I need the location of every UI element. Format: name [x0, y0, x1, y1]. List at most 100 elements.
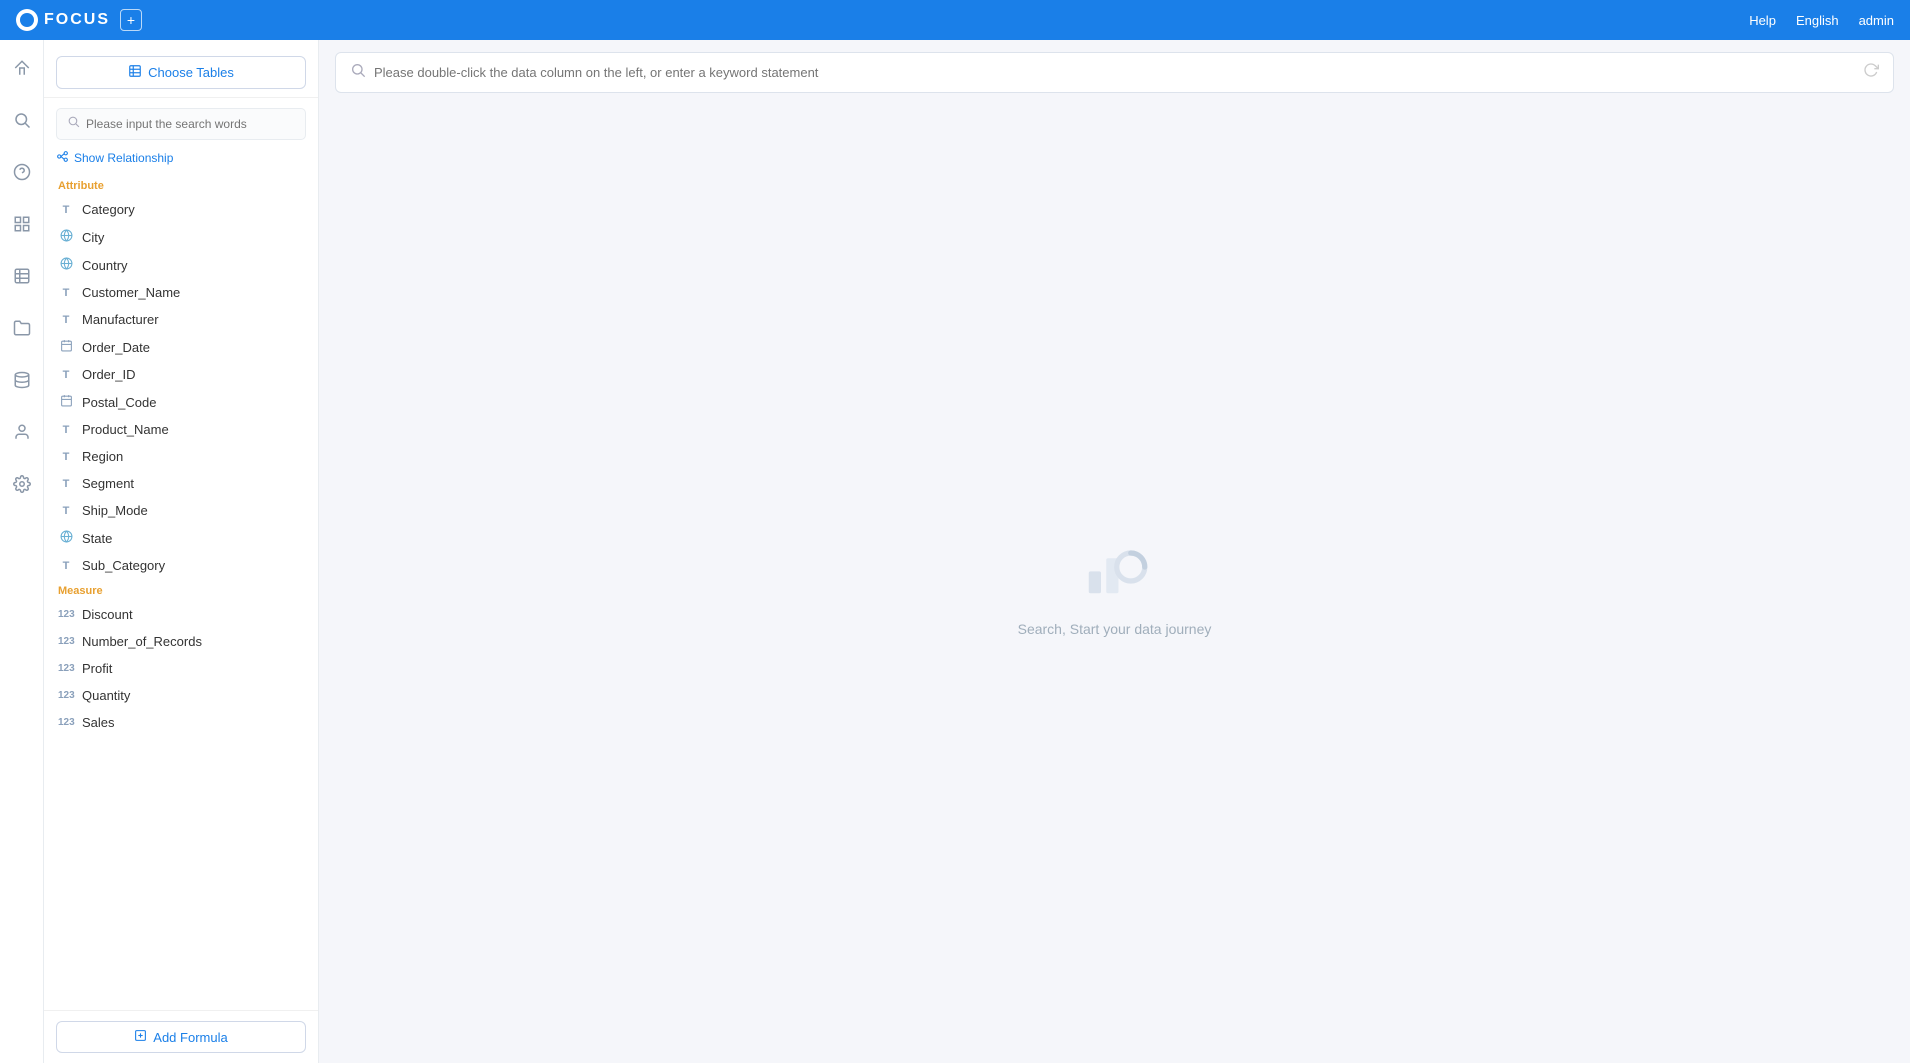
icon-bar: [0, 40, 44, 1063]
relationship-icon: [56, 150, 69, 166]
app-logo: FOCUS: [16, 9, 110, 31]
field-name: Sub_Category: [82, 558, 165, 573]
empty-chart-icon: [1080, 532, 1150, 607]
field-list: Attribute T Category City Country T Cust…: [44, 174, 318, 1010]
field-Number_of_Records[interactable]: 123 Number_of_Records: [44, 628, 318, 655]
show-relationship-toggle[interactable]: Show Relationship: [44, 146, 318, 174]
field-name: Category: [82, 202, 135, 217]
help-link[interactable]: Help: [1749, 13, 1776, 28]
home-icon[interactable]: [6, 52, 38, 84]
field-Region[interactable]: T Region: [44, 443, 318, 470]
date-type-icon: [58, 339, 74, 355]
field-name: State: [82, 531, 112, 546]
settings-icon[interactable]: [6, 468, 38, 500]
text-type-icon: T: [58, 560, 74, 572]
main-content: Search, Start your data journey: [319, 40, 1910, 1063]
field-Manufacturer[interactable]: T Manufacturer: [44, 306, 318, 333]
field-Country[interactable]: Country: [44, 251, 318, 279]
field-Discount[interactable]: 123 Discount: [44, 601, 318, 628]
text-type-icon: T: [58, 424, 74, 436]
topnav-right: Help English admin: [1749, 13, 1894, 28]
show-relationship-label: Show Relationship: [74, 151, 173, 165]
text-type-icon: T: [58, 369, 74, 381]
field-name: Region: [82, 449, 123, 464]
sidebar-search[interactable]: [56, 108, 306, 140]
text-type-icon: T: [58, 505, 74, 517]
field-Order_ID[interactable]: T Order_ID: [44, 361, 318, 388]
search-icon[interactable]: [6, 104, 38, 136]
field-Product_Name[interactable]: T Product_Name: [44, 416, 318, 443]
date-type-icon: [58, 394, 74, 410]
field-name: City: [82, 230, 104, 245]
main-search-bar[interactable]: [335, 52, 1894, 93]
dashboard-icon[interactable]: [6, 208, 38, 240]
user-icon[interactable]: [6, 416, 38, 448]
field-Sales[interactable]: 123 Sales: [44, 709, 318, 736]
table-list-icon: [128, 64, 142, 81]
field-Postal_Code[interactable]: Postal_Code: [44, 388, 318, 416]
geo-type-icon: [58, 257, 74, 273]
data-source-icon[interactable]: [6, 364, 38, 396]
logo-text: FOCUS: [44, 11, 110, 29]
field-State[interactable]: State: [44, 524, 318, 552]
field-Ship_Mode[interactable]: T Ship_Mode: [44, 497, 318, 524]
choose-tables-button[interactable]: Choose Tables: [56, 56, 306, 89]
field-name: Number_of_Records: [82, 634, 202, 649]
sidebar: Choose Tables Show Relationship Attribut…: [44, 40, 319, 1063]
text-type-icon: T: [58, 451, 74, 463]
field-Quantity[interactable]: 123 Quantity: [44, 682, 318, 709]
field-name: Discount: [82, 607, 133, 622]
refresh-icon[interactable]: [1863, 62, 1879, 83]
field-City[interactable]: City: [44, 223, 318, 251]
measure-section-label: Measure: [44, 579, 318, 601]
field-name: Sales: [82, 715, 115, 730]
num-type-icon: 123: [58, 717, 74, 728]
field-name: Segment: [82, 476, 134, 491]
main-layout: Choose Tables Show Relationship Attribut…: [0, 40, 1910, 1063]
field-name: Customer_Name: [82, 285, 180, 300]
add-formula-button[interactable]: Add Formula: [56, 1021, 306, 1053]
empty-state: Search, Start your data journey: [319, 105, 1910, 1063]
field-name: Ship_Mode: [82, 503, 148, 518]
text-type-icon: T: [58, 314, 74, 326]
field-Customer_Name[interactable]: T Customer_Name: [44, 279, 318, 306]
search-bar-area: [319, 40, 1910, 105]
num-type-icon: 123: [58, 609, 74, 620]
field-Profit[interactable]: 123 Profit: [44, 655, 318, 682]
sidebar-search-icon: [67, 115, 80, 133]
field-name: Product_Name: [82, 422, 169, 437]
text-type-icon: T: [58, 478, 74, 490]
empty-state-text: Search, Start your data journey: [1018, 621, 1212, 637]
help-icon[interactable]: [6, 156, 38, 188]
sidebar-search-input[interactable]: [86, 117, 295, 131]
num-type-icon: 123: [58, 663, 74, 674]
field-Order_Date[interactable]: Order_Date: [44, 333, 318, 361]
main-search-input[interactable]: [374, 65, 1855, 80]
new-tab-button[interactable]: +: [120, 9, 142, 31]
num-type-icon: 123: [58, 690, 74, 701]
geo-type-icon: [58, 229, 74, 245]
choose-tables-label: Choose Tables: [148, 65, 234, 80]
folder-icon[interactable]: [6, 312, 38, 344]
geo-type-icon: [58, 530, 74, 546]
text-type-icon: T: [58, 204, 74, 216]
field-name: Postal_Code: [82, 395, 156, 410]
field-Sub_Category[interactable]: T Sub_Category: [44, 552, 318, 579]
num-type-icon: 123: [58, 636, 74, 647]
sidebar-bottom: Add Formula: [44, 1010, 318, 1063]
field-Category[interactable]: T Category: [44, 196, 318, 223]
add-formula-icon: [134, 1029, 147, 1045]
main-search-icon: [350, 62, 366, 83]
field-name: Order_ID: [82, 367, 135, 382]
field-name: Quantity: [82, 688, 130, 703]
field-name: Profit: [82, 661, 112, 676]
table-icon[interactable]: [6, 260, 38, 292]
topnav-left: FOCUS +: [16, 9, 142, 31]
user-menu[interactable]: admin: [1859, 13, 1894, 28]
field-Segment[interactable]: T Segment: [44, 470, 318, 497]
logo-icon: [16, 9, 38, 31]
attribute-section-label: Attribute: [44, 174, 318, 196]
top-navigation: FOCUS + Help English admin: [0, 0, 1910, 40]
sidebar-top: Choose Tables: [44, 40, 318, 98]
language-selector[interactable]: English: [1796, 13, 1839, 28]
